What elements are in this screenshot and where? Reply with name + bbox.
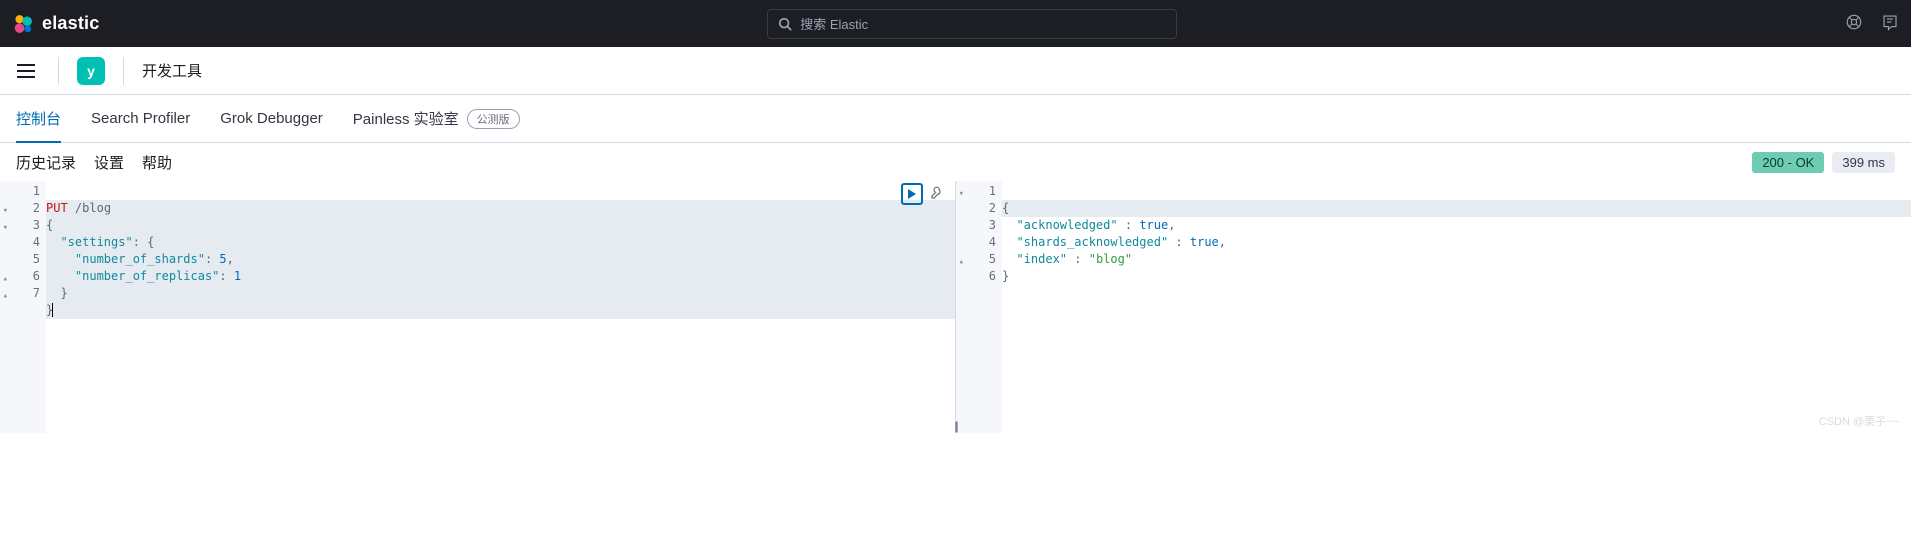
global-search-input[interactable]: 搜索 Elastic [767,9,1177,39]
help-icon[interactable] [1845,13,1863,34]
run-request-button[interactable] [901,183,923,205]
devtools-tabs: 控制台 Search Profiler Grok Debugger Painle… [0,95,1911,143]
brand-text: elastic [42,13,99,34]
request-pane: 1 ▾2 ▾3 4 5 ▴6 ▴7 PUT /blog{ "settings":… [0,181,956,433]
breadcrumb[interactable]: 开发工具 [142,60,202,81]
elastic-logo-icon [12,13,34,35]
divider [123,57,124,85]
request-gutter: 1 ▾2 ▾3 4 5 ▴6 ▴7 [0,181,46,433]
global-header: elastic 搜索 Elastic [0,0,1911,47]
search-placeholder: 搜索 Elastic [800,14,868,33]
search-icon [778,17,792,31]
console-toolbar: 历史记录 设置 帮助 200 - OK 399 ms [0,143,1911,181]
response-gutter: ▾1 2 3 4 ▴5 6 [956,181,1002,433]
nav-toggle-button[interactable] [12,57,40,85]
watermark: CSDN @栗子~~ [1819,413,1899,429]
tab-console[interactable]: 控制台 [16,96,61,143]
console-panes: 1 ▾2 ▾3 4 5 ▴6 ▴7 PUT /blog{ "settings":… [0,181,1911,433]
history-button[interactable]: 历史记录 [16,152,76,173]
help-button[interactable]: 帮助 [142,152,172,173]
tab-painless-lab[interactable]: Painless 实验室 公测版 [353,95,520,142]
status-badge: 200 - OK [1752,152,1824,173]
space-selector-button[interactable]: y [77,57,105,85]
request-editor[interactable]: PUT /blog{ "settings": { "number_of_shar… [46,181,955,433]
settings-button[interactable]: 设置 [94,152,124,173]
response-pane: ▾1 2 3 4 ▴5 6 { "acknowledged" : true, "… [956,181,1911,433]
brand-logo[interactable]: elastic [12,13,99,35]
timing-badge: 399 ms [1832,152,1895,173]
tab-search-profiler[interactable]: Search Profiler [91,95,190,142]
request-options-button[interactable] [927,183,949,205]
divider [58,57,59,85]
response-viewer[interactable]: { "acknowledged" : true, "shards_acknowl… [1002,181,1911,433]
beta-badge: 公测版 [467,109,520,129]
tab-grok-debugger[interactable]: Grok Debugger [220,95,323,142]
newsfeed-icon[interactable] [1881,13,1899,34]
pane-resize-handle[interactable]: || [954,419,956,433]
app-subheader: y 开发工具 [0,47,1911,95]
fold-icon[interactable]: ▴ [3,288,8,305]
